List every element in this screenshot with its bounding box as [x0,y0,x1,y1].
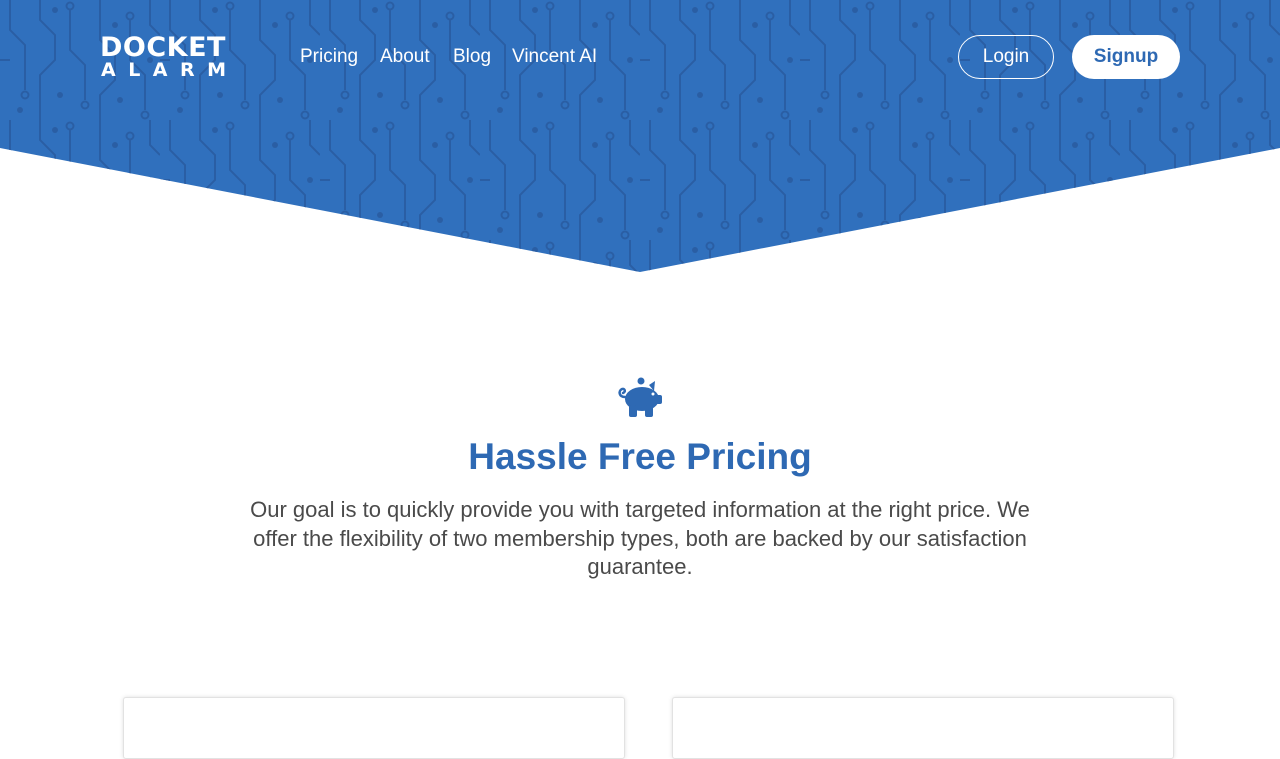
page-title: Hassle Free Pricing [468,436,812,477]
nav-link-about[interactable]: About [380,45,430,69]
logo-line2: ALARM [101,59,239,81]
plan-card [123,697,625,759]
top-navbar: DOCKET ALARM Pricing About Blog Vincent … [0,0,1280,114]
piggy-bank-icon [618,377,662,417]
plan-card [672,697,1174,759]
pricing-intro-text: Our goal is to quickly provide you with … [250,497,1030,579]
login-button[interactable]: Login [958,35,1054,79]
signup-button[interactable]: Signup [1072,35,1180,79]
docket-alarm-logo[interactable]: DOCKET ALARM [100,32,240,81]
nav-link-blog[interactable]: Blog [453,45,491,69]
nav-link-pricing[interactable]: Pricing [300,45,358,69]
logo-line1: DOCKET [100,32,226,63]
nav-link-vincent-ai[interactable]: Vincent AI [512,45,597,69]
